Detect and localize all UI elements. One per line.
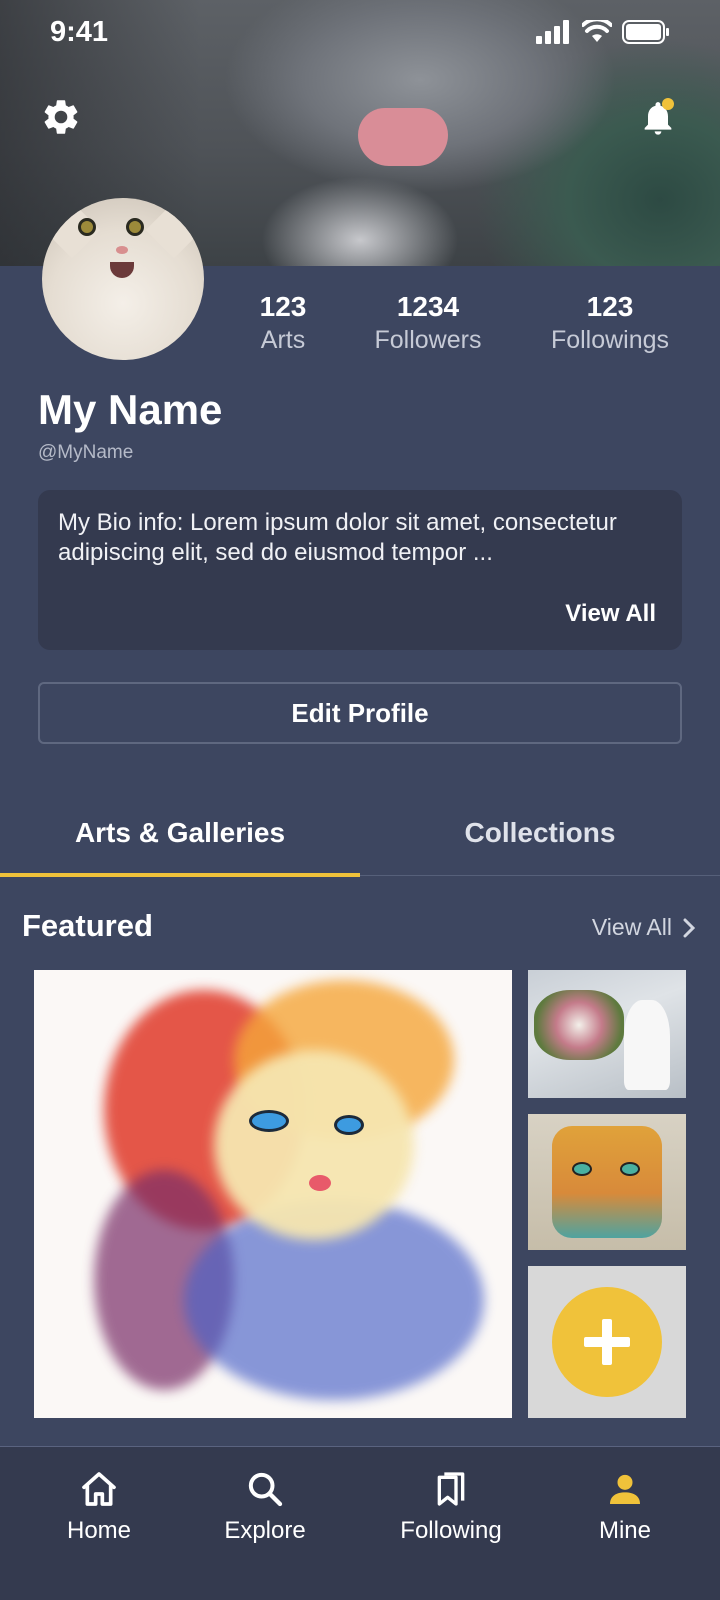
- status-bar: 9:41: [0, 0, 720, 66]
- nav-label: Home: [66, 1517, 132, 1544]
- avatar[interactable]: [42, 198, 204, 360]
- stat-arts[interactable]: 123 Arts: [228, 290, 338, 356]
- featured-view-all-label: View All: [591, 914, 672, 940]
- nav-explore[interactable]: Explore: [190, 1467, 340, 1545]
- art-cat-eye: [249, 1110, 289, 1132]
- status-time: 9:41: [50, 16, 109, 48]
- stat-label: Arts: [260, 326, 306, 354]
- featured-artwork-main[interactable]: [34, 970, 512, 1418]
- nav-home[interactable]: Home: [24, 1467, 174, 1545]
- tab-active-indicator: [0, 873, 360, 877]
- notification-badge: [662, 98, 674, 110]
- battery-icon: [622, 20, 669, 44]
- featured-artwork-thumb-cat-drawing[interactable]: [528, 1114, 686, 1250]
- avatar-mouth: [110, 262, 134, 278]
- art-cat-face: [214, 1050, 414, 1240]
- thumb-flowers: [534, 990, 624, 1060]
- bookmarks-icon: [437, 1472, 465, 1506]
- cover-cat-tongue: [358, 108, 448, 166]
- bio-view-all-link[interactable]: View All: [565, 600, 656, 628]
- profile-handle: @MyName: [38, 442, 134, 463]
- status-icons: [536, 20, 670, 44]
- art-cat-eye: [334, 1115, 364, 1135]
- plus-icon: [584, 1319, 630, 1365]
- stat-label: Followings: [550, 326, 670, 354]
- gear-icon: [44, 100, 78, 134]
- avatar-nose: [116, 246, 128, 254]
- featured-artwork-thumb-flowers[interactable]: [528, 970, 686, 1098]
- add-artwork-button[interactable]: [552, 1287, 662, 1397]
- wifi-icon: [582, 20, 612, 42]
- featured-title: Featured: [22, 908, 153, 943]
- thumb-cat-eye: [572, 1162, 592, 1176]
- bio-text: My Bio info: Lorem ipsum dolor sit amet,…: [58, 509, 617, 566]
- nav-label: Following: [400, 1517, 502, 1544]
- chevron-right-icon: [683, 918, 696, 937]
- tab-arts-galleries[interactable]: Arts & Galleries: [0, 790, 360, 876]
- profile-name: My Name: [38, 386, 223, 433]
- stat-value: 123: [259, 291, 307, 322]
- art-cat-nose: [309, 1175, 331, 1191]
- stat-followings[interactable]: 123 Followings: [532, 290, 688, 356]
- add-artwork-tile: [528, 1266, 686, 1418]
- search-icon: [248, 1472, 283, 1507]
- bio-card: My Bio info: Lorem ipsum dolor sit amet,…: [38, 490, 682, 650]
- avatar-eye: [78, 218, 96, 236]
- nav-mine[interactable]: Mine: [550, 1467, 700, 1545]
- home-icon: [82, 1472, 116, 1506]
- avatar-eye: [126, 218, 144, 236]
- signal-icon: [536, 20, 569, 44]
- stat-followers[interactable]: 1234 Followers: [358, 290, 498, 356]
- thumb-cat-eye: [620, 1162, 640, 1176]
- bottom-nav: Home Explore Following Mine: [0, 1446, 720, 1600]
- profile-stats: 123 Arts 1234 Followers 123 Followings: [210, 290, 720, 360]
- nav-label: Mine: [598, 1517, 652, 1544]
- notifications-button[interactable]: [636, 96, 680, 140]
- nav-following[interactable]: Following: [376, 1467, 526, 1545]
- tab-collections[interactable]: Collections: [360, 790, 720, 876]
- stat-value: 123: [586, 291, 634, 322]
- nav-label: Explore: [224, 1517, 306, 1544]
- stat-label: Followers: [374, 326, 482, 354]
- person-icon: [610, 1474, 640, 1504]
- thumb-cat-drawing: [552, 1126, 662, 1238]
- settings-button[interactable]: [40, 96, 82, 138]
- stat-value: 1234: [396, 291, 460, 322]
- edit-profile-button[interactable]: Edit Profile: [38, 682, 682, 744]
- profile-tabs: Arts & Galleries Collections: [0, 790, 720, 877]
- thumb-white-cat: [624, 1000, 670, 1090]
- featured-view-all-link[interactable]: View All: [592, 914, 696, 941]
